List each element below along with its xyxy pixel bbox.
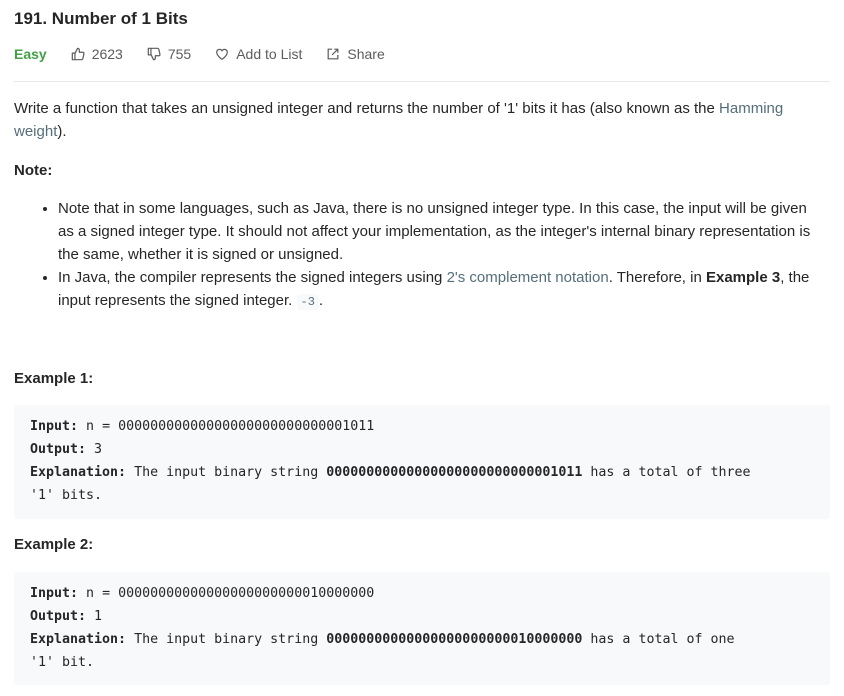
share-button[interactable]: Share (326, 46, 385, 62)
example-1-heading: Example 1: (14, 370, 94, 387)
add-to-list-label: Add to List (236, 46, 303, 62)
input-value: n = 00000000000000000000000010000000 (78, 586, 375, 601)
input-label: Input: (30, 586, 79, 601)
note-text: In Java, the compiler represents the sig… (58, 269, 447, 286)
explanation-text: '1' bit. (30, 655, 95, 670)
example-2-heading: Example 2: (14, 536, 94, 553)
inline-code: -3 (296, 294, 319, 310)
explanation-text: The input binary string (126, 632, 327, 647)
description-text: Write a function that takes an unsigned … (14, 100, 720, 117)
input-value: n = 00000000000000000000000000001011 (78, 419, 375, 434)
dislike-button[interactable]: 755 (147, 46, 191, 62)
note-item: In Java, the compiler represents the sig… (58, 266, 824, 314)
explanation-label: Explanation: (30, 632, 127, 647)
output-label: Output: (30, 442, 87, 457)
share-label: Share (347, 46, 385, 62)
dislike-count: 755 (167, 46, 192, 62)
add-to-list-button[interactable]: Add to List (215, 46, 302, 62)
explanation-text: has a total of three (582, 465, 759, 480)
explanation-binary: 00000000000000000000000010000000 (326, 632, 583, 647)
problem-page: 191. Number of 1 Bits Easy 2623 755 Add … (0, 0, 844, 696)
note-item: Note that in some languages, such as Jav… (58, 197, 824, 266)
output-label: Output: (30, 609, 87, 624)
output-value: 3 (86, 442, 103, 457)
share-icon (327, 48, 339, 60)
output-value: 1 (86, 609, 103, 624)
explanation-text: '1' bits. (30, 488, 103, 503)
input-label: Input: (30, 419, 79, 434)
explanation-label: Explanation: (30, 465, 127, 480)
problem-description: Write a function that takes an unsigned … (14, 97, 814, 143)
description-text-end: ). (57, 123, 67, 140)
note-text: . (318, 292, 324, 309)
thumbs-up-icon (71, 47, 85, 61)
problem-meta-bar: Easy 2623 755 Add to List Share (14, 44, 409, 64)
header-divider (14, 81, 830, 82)
note-list: Note that in some languages, such as Jav… (14, 197, 824, 314)
example-3-reference: Example 3 (705, 269, 781, 286)
note-heading: Note: (14, 162, 53, 179)
example-1-block: Input: n = 00000000000000000000000000001… (14, 405, 830, 519)
note-text: . Therefore, in (608, 269, 706, 286)
example-2-block: Input: n = 00000000000000000000000010000… (14, 572, 830, 685)
difficulty-badge: Easy (14, 46, 47, 62)
explanation-text: has a total of one (582, 632, 743, 647)
thumbs-down-icon (147, 47, 161, 61)
twos-complement-link[interactable]: 2's complement notation (447, 269, 609, 286)
heart-icon (216, 48, 229, 60)
problem-title: 191. Number of 1 Bits (14, 9, 188, 28)
explanation-binary: 00000000000000000000000000001011 (326, 465, 583, 480)
like-count: 2623 (91, 46, 123, 62)
explanation-text: The input binary string (126, 465, 327, 480)
like-button[interactable]: 2623 (71, 46, 123, 62)
